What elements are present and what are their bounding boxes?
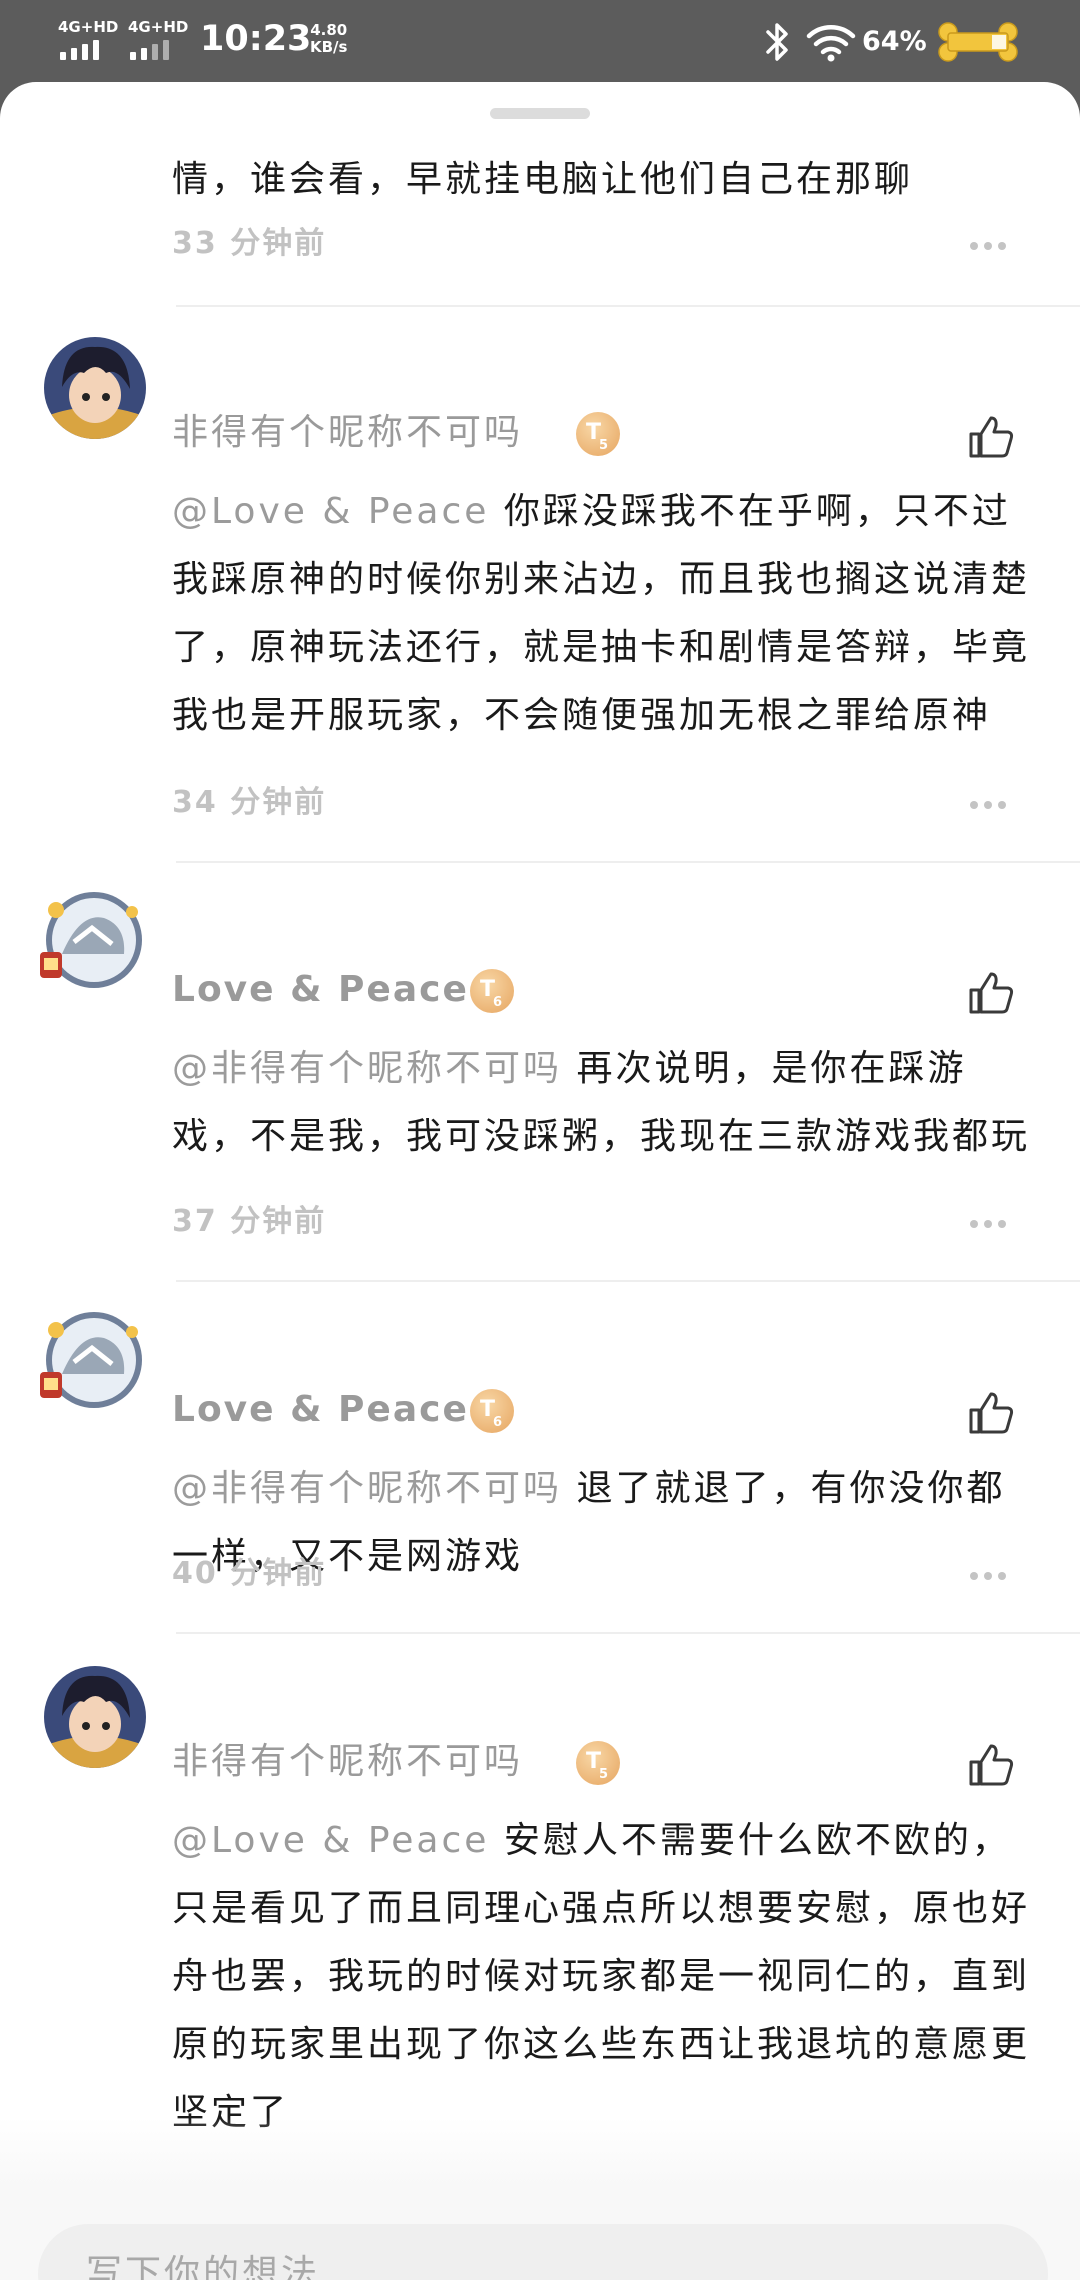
comment-body: @非得有个昵称不可吗 再次说明，是你在踩游戏，不是我，我可没踩粥，我现在三款游戏… (172, 1035, 1032, 1171)
divider (176, 1632, 1080, 1634)
comment-input[interactable]: 写下你的想法... (38, 2224, 1048, 2280)
bluetooth-icon (766, 23, 788, 61)
more-icon[interactable] (970, 1220, 1010, 1230)
like-icon[interactable] (966, 1740, 1016, 1790)
comment-time: 34 分钟前 (172, 785, 327, 820)
level-badge: T5 (576, 1741, 620, 1785)
network-speed-unit: KB/s (310, 38, 348, 56)
comment-body: @Love & Peace 你踩没踩我不在乎啊，只不过我踩原神的时候你别来沾边，… (172, 478, 1032, 750)
clock: 10:23 (200, 19, 312, 59)
level-number: 5 (598, 1767, 609, 1782)
divider (176, 305, 1080, 307)
wifi-icon (806, 25, 856, 62)
level-badge: T6 (470, 1389, 514, 1433)
network-speed-value: 4.80 (310, 21, 348, 39)
like-icon[interactable] (966, 968, 1016, 1018)
comment-author[interactable]: Love & Peace (172, 966, 469, 1014)
avatar[interactable] (44, 1666, 146, 1768)
signal-label: 4G+HD (58, 18, 119, 36)
comment-text: 情，谁会看，早就挂电脑让他们自己在那聊 (172, 159, 914, 200)
like-icon[interactable] (966, 412, 1016, 462)
divider (176, 861, 1080, 863)
network-speed: 4.80 KB/s (310, 22, 347, 56)
drag-handle[interactable] (490, 108, 590, 119)
battery-percent: 64% (862, 26, 927, 57)
status-bar: 4G+HD 4G+HD 10:23 4.80 KB/s 64% (0, 0, 1080, 82)
comment-body: @Love & Peace 安慰人不需要什么欧不欧的，只是看见了而且同理心强点所… (172, 1807, 1032, 2147)
comment-time: 40 分钟前 (172, 1556, 327, 1591)
signal-icon-2: 4G+HD (128, 18, 198, 60)
avatar-image (44, 1666, 146, 1768)
comment-author[interactable]: 非得有个昵称不可吗 (172, 1738, 523, 1786)
level-number: 5 (598, 438, 609, 453)
comment-author[interactable]: Love & Peace (172, 1386, 469, 1434)
comment-mention[interactable]: @非得有个昵称不可吗 (172, 1048, 562, 1089)
avatar-image (40, 892, 142, 988)
comment-text: 安慰人不需要什么欧不欧的，只是看见了而且同理心强点所以想要安慰，原也好舟也罢，我… (172, 1820, 1031, 2133)
comments-sheet[interactable]: 情，谁会看，早就挂电脑让他们自己在那聊 33 分钟前 非得有个昵称不可吗 T5 … (0, 82, 1080, 2280)
more-icon[interactable] (970, 801, 1010, 811)
divider (176, 1280, 1080, 1282)
signal-label-2: 4G+HD (128, 18, 189, 36)
like-icon[interactable] (966, 1388, 1016, 1438)
avatar[interactable] (44, 337, 146, 439)
signal-icon: 4G+HD (58, 18, 128, 60)
comment-mention[interactable]: @Love & Peace (172, 491, 489, 532)
avatar-image (44, 337, 146, 439)
comment-author[interactable]: 非得有个昵称不可吗 (172, 409, 523, 457)
avatar[interactable] (34, 1302, 154, 1422)
comment-input-bar: 写下你的想法... (0, 2186, 1080, 2280)
level-number: 6 (492, 1415, 503, 1430)
level-badge: T5 (576, 412, 620, 456)
level-number: 6 (492, 995, 503, 1010)
level-badge: T6 (470, 969, 514, 1013)
more-icon[interactable] (970, 1572, 1010, 1582)
comment-time: 37 分钟前 (172, 1204, 327, 1239)
avatar-image (40, 1312, 142, 1408)
comment-mention[interactable]: @Love & Peace (172, 1820, 489, 1861)
bottom-fade (0, 2117, 1080, 2187)
more-icon[interactable] (970, 242, 1010, 252)
battery-bone-icon (938, 22, 1018, 62)
avatar[interactable] (34, 882, 154, 1002)
comment-time: 33 分钟前 (172, 226, 327, 261)
comment-mention[interactable]: @非得有个昵称不可吗 (172, 1468, 562, 1509)
